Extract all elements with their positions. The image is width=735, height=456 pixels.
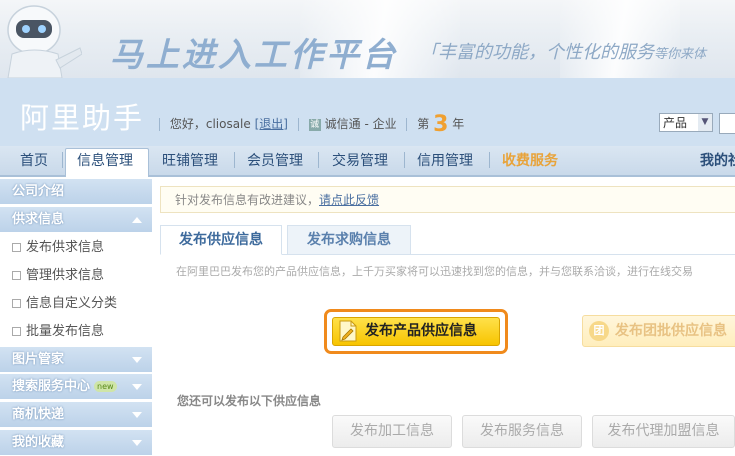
search-type-select[interactable]: 产品 ▼ <box>659 113 713 132</box>
sidebar-item-custom-category[interactable]: 信息自定义分类 <box>0 290 152 318</box>
nav-divider <box>404 152 405 168</box>
sidebar-favorites[interactable]: 我的收藏 <box>0 430 152 456</box>
sidebar-item-label: 发布供求信息 <box>26 240 105 255</box>
sidebar-label: 我的收藏 <box>12 435 65 450</box>
nav-info-manage[interactable]: 信息管理 <box>77 150 133 170</box>
top-banner: 马上进入工作平台 「丰富的功能，个性化的服务等你来体 <box>0 0 735 78</box>
group-button-label: 发布团批供应信息 <box>615 323 727 339</box>
bullet-icon <box>12 299 21 308</box>
membership-icon: 诚 <box>308 118 321 131</box>
nav-home[interactable]: 首页 <box>20 150 48 170</box>
app-title: 阿里助手 <box>20 101 145 135</box>
tab-publish-purchase[interactable]: 发布求购信息 <box>287 225 411 255</box>
nav-trade-manage[interactable]: 交易管理 <box>332 150 388 170</box>
banner-tagline: 「丰富的功能，个性化的服务等你来体 <box>420 38 706 64</box>
nav-divider <box>62 152 63 168</box>
nav-my-community[interactable]: 我的社 <box>700 150 735 170</box>
nav-paid-service[interactable]: 收费服务 <box>502 150 558 170</box>
feedback-link[interactable]: 请点此反馈 <box>319 193 379 207</box>
sidebar-item-label: 批量发布信息 <box>26 324 105 339</box>
expand-icon <box>132 384 142 390</box>
sidebar-label: 搜索服务中心 <box>12 379 91 394</box>
expand-icon <box>132 440 142 446</box>
group-icon: 团 <box>589 321 609 341</box>
robot-mascot-icon <box>7 5 82 78</box>
sidebar-label: 商机快递 <box>12 407 65 422</box>
greeting: 您好， <box>169 117 206 131</box>
notice-text: 针对发布信息有改进建议， <box>175 193 320 207</box>
publish-button-face: 发布产品供应信息 <box>332 317 500 346</box>
user-info: 您好，cliosale [退出] 诚诚信通 - 企业 第 3 年 <box>153 112 464 137</box>
divider <box>297 118 299 131</box>
year-number: 3 <box>433 112 449 137</box>
collapse-icon <box>132 217 142 223</box>
edit-document-icon <box>339 320 357 342</box>
sidebar-search-center[interactable]: 搜索服务中心 new <box>0 374 152 400</box>
tagline-small: 等你来体 <box>654 47 707 62</box>
username: cliosale <box>205 117 251 131</box>
sidebar-label: 供求信息 <box>12 212 65 227</box>
chevron-down-icon: ▼ <box>698 114 712 131</box>
year-prefix: 第 <box>417 117 430 131</box>
membership-text: 诚信通 - 企业 <box>324 117 397 131</box>
bullet-icon <box>12 243 21 252</box>
search-input[interactable] <box>719 113 735 134</box>
sidebar-company-intro[interactable]: 公司介绍 <box>0 179 152 205</box>
sidebar-item-publish[interactable]: 发布供求信息 <box>0 234 152 262</box>
sidebar-supply-info[interactable]: 供求信息 <box>0 207 152 233</box>
nav-credit-manage[interactable]: 信用管理 <box>417 150 473 170</box>
nav-divider <box>234 152 235 168</box>
banner-slogan: 马上进入工作平台 <box>110 35 398 74</box>
feedback-notice: 针对发布信息有改进建议，请点此反馈 <box>160 186 735 213</box>
search-select-value: 产品 <box>663 116 688 130</box>
logout-link[interactable]: [退出] <box>255 117 288 131</box>
bullet-icon <box>12 327 21 336</box>
sidebar-item-label: 管理供求信息 <box>26 268 105 283</box>
publish-product-supply-button[interactable]: 发布产品供应信息 <box>324 309 508 354</box>
sidebar-item-manage[interactable]: 管理供求信息 <box>0 262 152 290</box>
new-badge: new <box>94 381 117 392</box>
sidebar-biz-express[interactable]: 商机快递 <box>0 402 152 428</box>
publish-group-supply-button[interactable]: 团 发布团批供应信息 <box>582 315 735 347</box>
publish-processing-button[interactable]: 发布加工信息 <box>332 415 452 448</box>
nav-divider <box>318 152 319 168</box>
nav-shop-manage[interactable]: 旺铺管理 <box>162 150 218 170</box>
bullet-icon <box>12 271 21 280</box>
intro-text: 在阿里巴巴发布您的产品供应信息，上千万买家将可以迅速找到您的信息，并与您联系洽谈… <box>176 265 693 278</box>
expand-icon <box>132 357 142 363</box>
year-suffix: 年 <box>452 117 465 131</box>
publish-service-button[interactable]: 发布服务信息 <box>462 415 582 448</box>
sidebar-item-label: 信息自定义分类 <box>26 296 118 311</box>
publish-button-label: 发布产品供应信息 <box>365 323 477 339</box>
tagline-text: 「丰富的功能，个性化的服务 <box>420 42 654 63</box>
more-options-label: 您还可以发布以下供应信息 <box>177 394 322 408</box>
sidebar: 公司介绍 供求信息 发布供求信息 管理供求信息 信息自定义分类 批量发布信息 图… <box>0 177 152 456</box>
nav-divider <box>489 152 490 168</box>
nav-member-manage[interactable]: 会员管理 <box>247 150 303 170</box>
sidebar-image-manager[interactable]: 图片管家 <box>0 347 152 373</box>
tab-publish-supply[interactable]: 发布供应信息 <box>160 225 282 255</box>
divider <box>159 118 160 131</box>
sidebar-label: 公司介绍 <box>12 184 65 199</box>
expand-icon <box>132 412 142 418</box>
sidebar-item-batch-publish[interactable]: 批量发布信息 <box>0 318 152 346</box>
publish-agency-button[interactable]: 发布代理加盟信息 <box>592 415 735 448</box>
divider <box>406 118 408 131</box>
sidebar-label: 图片管家 <box>12 352 65 367</box>
